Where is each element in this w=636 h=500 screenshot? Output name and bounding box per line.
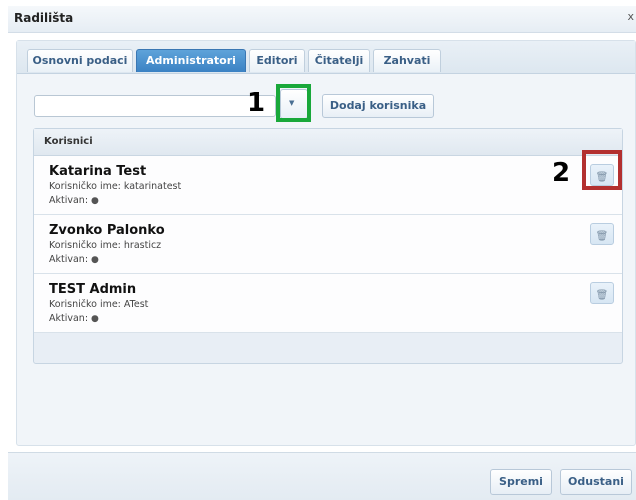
add-user-button[interactable]: Dodaj korisnika: [322, 94, 434, 118]
user-dropdown-button[interactable]: ▼: [280, 89, 308, 119]
annotation-marker-2: 2: [552, 158, 571, 188]
dialog-title: Radilišta: [14, 11, 74, 25]
user-active-label: Aktivan:: [49, 313, 89, 324]
user-active: Aktivan: ●: [49, 313, 99, 324]
tab-editori[interactable]: Editori: [249, 49, 305, 72]
user-active: Aktivan: ●: [49, 195, 99, 206]
grid-header-label: Korisnici: [44, 136, 93, 147]
table-row: TEST Admin Korisničko ime: ATest Aktivan…: [34, 274, 622, 333]
user-active: Aktivan: ●: [49, 254, 99, 265]
check-circle-icon: ●: [91, 196, 99, 206]
trash-icon: 🗑: [595, 290, 609, 301]
annotation-marker-1: 1: [247, 88, 266, 118]
user-username: Korisničko ime: ATest: [49, 299, 149, 310]
user-name: TEST Admin: [49, 282, 137, 297]
trash-icon: 🗑: [595, 231, 609, 242]
grid-header: Korisnici: [34, 129, 622, 156]
user-name: Zvonko Palonko: [49, 223, 165, 238]
cancel-button[interactable]: Odustani: [560, 469, 632, 495]
tab-citatelji[interactable]: Čitatelji: [308, 49, 370, 72]
user-name: Katarina Test: [49, 164, 147, 179]
users-grid: Korisnici Katarina Test Korisničko ime: …: [33, 128, 623, 364]
user-username: Korisničko ime: hrasticz: [49, 240, 162, 251]
table-row: Zvonko Palonko Korisničko ime: hrasticz …: [34, 215, 622, 274]
tab-bar: Osnovni podaci Administratori Editori Či…: [17, 41, 635, 74]
user-username: Korisničko ime: katarinatest: [49, 181, 182, 192]
user-active-label: Aktivan:: [49, 254, 89, 265]
dialog-footer: Spremi Odustani: [8, 452, 636, 500]
user-select-input[interactable]: [34, 95, 276, 117]
tab-osnovni-podaci[interactable]: Osnovni podaci: [27, 49, 133, 72]
trash-icon: 🗑: [595, 172, 609, 183]
save-button[interactable]: Spremi: [490, 469, 552, 495]
user-active-label: Aktivan:: [49, 195, 89, 206]
check-circle-icon: ●: [91, 314, 99, 324]
delete-user-button[interactable]: 🗑: [590, 223, 614, 245]
delete-user-button[interactable]: 🗑: [590, 282, 614, 304]
table-row: Katarina Test Korisničko ime: katarinate…: [34, 156, 622, 215]
tab-zahvati[interactable]: Zahvati: [373, 49, 441, 72]
check-circle-icon: ●: [91, 255, 99, 265]
dialog-titlebar: Radilišta x: [8, 6, 636, 33]
close-icon[interactable]: x: [627, 10, 634, 23]
chevron-down-icon: ▼: [289, 99, 295, 107]
delete-user-button[interactable]: 🗑: [590, 164, 614, 186]
tab-administratori[interactable]: Administratori: [136, 49, 246, 72]
dialog: Radilišta x Osnovni podaci Administrator…: [0, 0, 636, 500]
